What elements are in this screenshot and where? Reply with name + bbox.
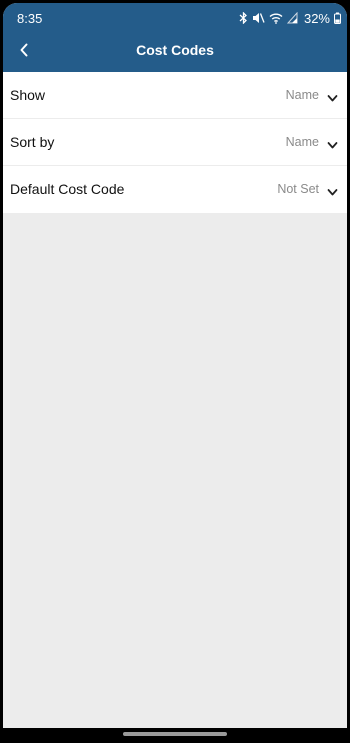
chevron-down-icon (327, 90, 338, 102)
sort-by-value: Name (285, 135, 319, 149)
bluetooth-icon (239, 12, 248, 24)
status-bar: 8:35 32% (3, 3, 347, 33)
settings-list: Show Name Sort by Name Default Cost Code… (3, 72, 347, 213)
system-nav-bar (0, 728, 350, 743)
status-time: 8:35 (17, 11, 43, 26)
show-setting-row[interactable]: Show Name (3, 72, 347, 119)
app-bar: 8:35 32% Cost Codes (3, 3, 347, 72)
chevron-down-icon (327, 184, 338, 196)
phone-frame: 8:35 32% Cost Codes Show Name Sort by Na… (0, 0, 350, 743)
wifi-icon (269, 12, 283, 24)
nav-row: Cost Codes (3, 33, 347, 72)
mute-icon (252, 12, 265, 24)
show-value: Name (285, 88, 319, 102)
page-title: Cost Codes (136, 42, 214, 58)
default-cost-code-value: Not Set (277, 182, 319, 196)
default-cost-code-setting-row[interactable]: Default Cost Code Not Set (3, 166, 347, 213)
signal-icon (286, 12, 298, 24)
sort-by-label: Sort by (10, 134, 55, 150)
screen: 8:35 32% Cost Codes Show Name Sort by Na… (3, 3, 347, 728)
home-indicator[interactable] (123, 732, 227, 736)
battery-percent: 32% (303, 10, 330, 26)
default-cost-code-label: Default Cost Code (10, 181, 125, 197)
chevron-down-icon (327, 137, 338, 149)
show-label: Show (10, 87, 46, 103)
battery-icon (334, 12, 341, 24)
status-icons: 32% (239, 10, 341, 26)
sort-by-setting-row[interactable]: Sort by Name (3, 119, 347, 166)
